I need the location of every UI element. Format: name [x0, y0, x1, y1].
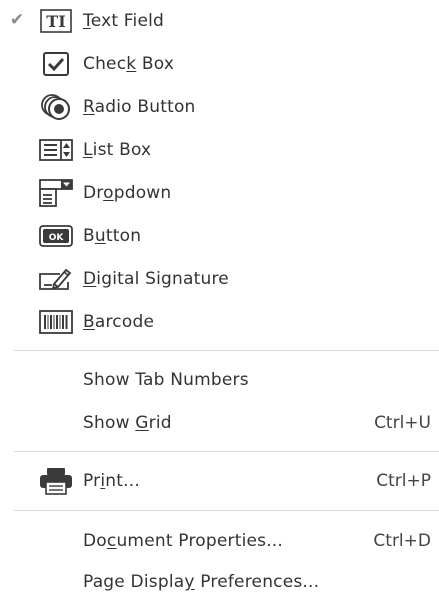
menu-item-label: Page Display Preferences...: [83, 572, 320, 592]
menu-item-label: Print...: [83, 471, 140, 491]
menu-item-list-box[interactable]: List Box: [0, 133, 439, 167]
menu-item-label: Document Properties...: [83, 531, 284, 551]
menu-item-shortcut: Ctrl+P: [376, 471, 431, 491]
menu-item-document-properties[interactable]: Document Properties... Ctrl+D: [0, 524, 439, 558]
menu-separator: [14, 510, 439, 511]
menu-item-print[interactable]: Print... Ctrl+P: [0, 464, 439, 498]
check-box-icon: [38, 51, 74, 77]
dropdown-icon: [38, 179, 74, 207]
menu-item-show-grid[interactable]: Show Grid Ctrl+U: [0, 406, 439, 440]
menu-separator: [14, 350, 439, 351]
menu-item-label: Dropdown: [83, 183, 172, 203]
digital-signature-icon: [38, 266, 74, 292]
svg-text:TI: TI: [46, 12, 65, 31]
menu-item-label: Button: [83, 226, 142, 246]
menu-item-label: Digital Signature: [83, 269, 229, 289]
barcode-icon: [38, 309, 74, 335]
radio-button-icon: [38, 94, 74, 120]
printer-icon: [38, 468, 74, 495]
menu-item-label: Show Grid: [83, 413, 172, 433]
menu-item-dropdown[interactable]: Dropdown: [0, 176, 439, 210]
menu-item-check-box[interactable]: Check Box: [0, 47, 439, 81]
form-fields-context-menu: ✔ TI Text Field Check Box Radio Button L…: [0, 0, 439, 599]
menu-item-text-field[interactable]: ✔ TI Text Field: [0, 4, 439, 38]
menu-separator: [14, 451, 439, 452]
menu-item-label: Show Tab Numbers: [83, 370, 249, 390]
checkmark-icon: ✔: [9, 10, 25, 30]
menu-item-label: Text Field: [83, 11, 165, 31]
menu-item-label: Radio Button: [83, 97, 196, 117]
menu-item-show-tab-numbers[interactable]: Show Tab Numbers: [0, 363, 439, 397]
menu-item-label: Barcode: [83, 312, 155, 332]
menu-item-label: Check Box: [83, 54, 175, 74]
menu-item-label: List Box: [83, 140, 152, 160]
menu-item-shortcut: Ctrl+U: [374, 413, 431, 433]
menu-item-digital-signature[interactable]: Digital Signature: [0, 262, 439, 296]
menu-item-button[interactable]: OK Button: [0, 219, 439, 253]
text-field-icon: TI: [38, 8, 74, 34]
menu-item-shortcut: Ctrl+D: [373, 531, 431, 551]
menu-item-barcode[interactable]: Barcode: [0, 305, 439, 339]
list-box-icon: [38, 137, 74, 163]
button-icon-text: OK: [49, 233, 65, 243]
menu-item-page-display-preferences[interactable]: Page Display Preferences...: [0, 565, 439, 599]
menu-item-radio-button[interactable]: Radio Button: [0, 90, 439, 124]
button-icon: OK: [38, 223, 74, 249]
